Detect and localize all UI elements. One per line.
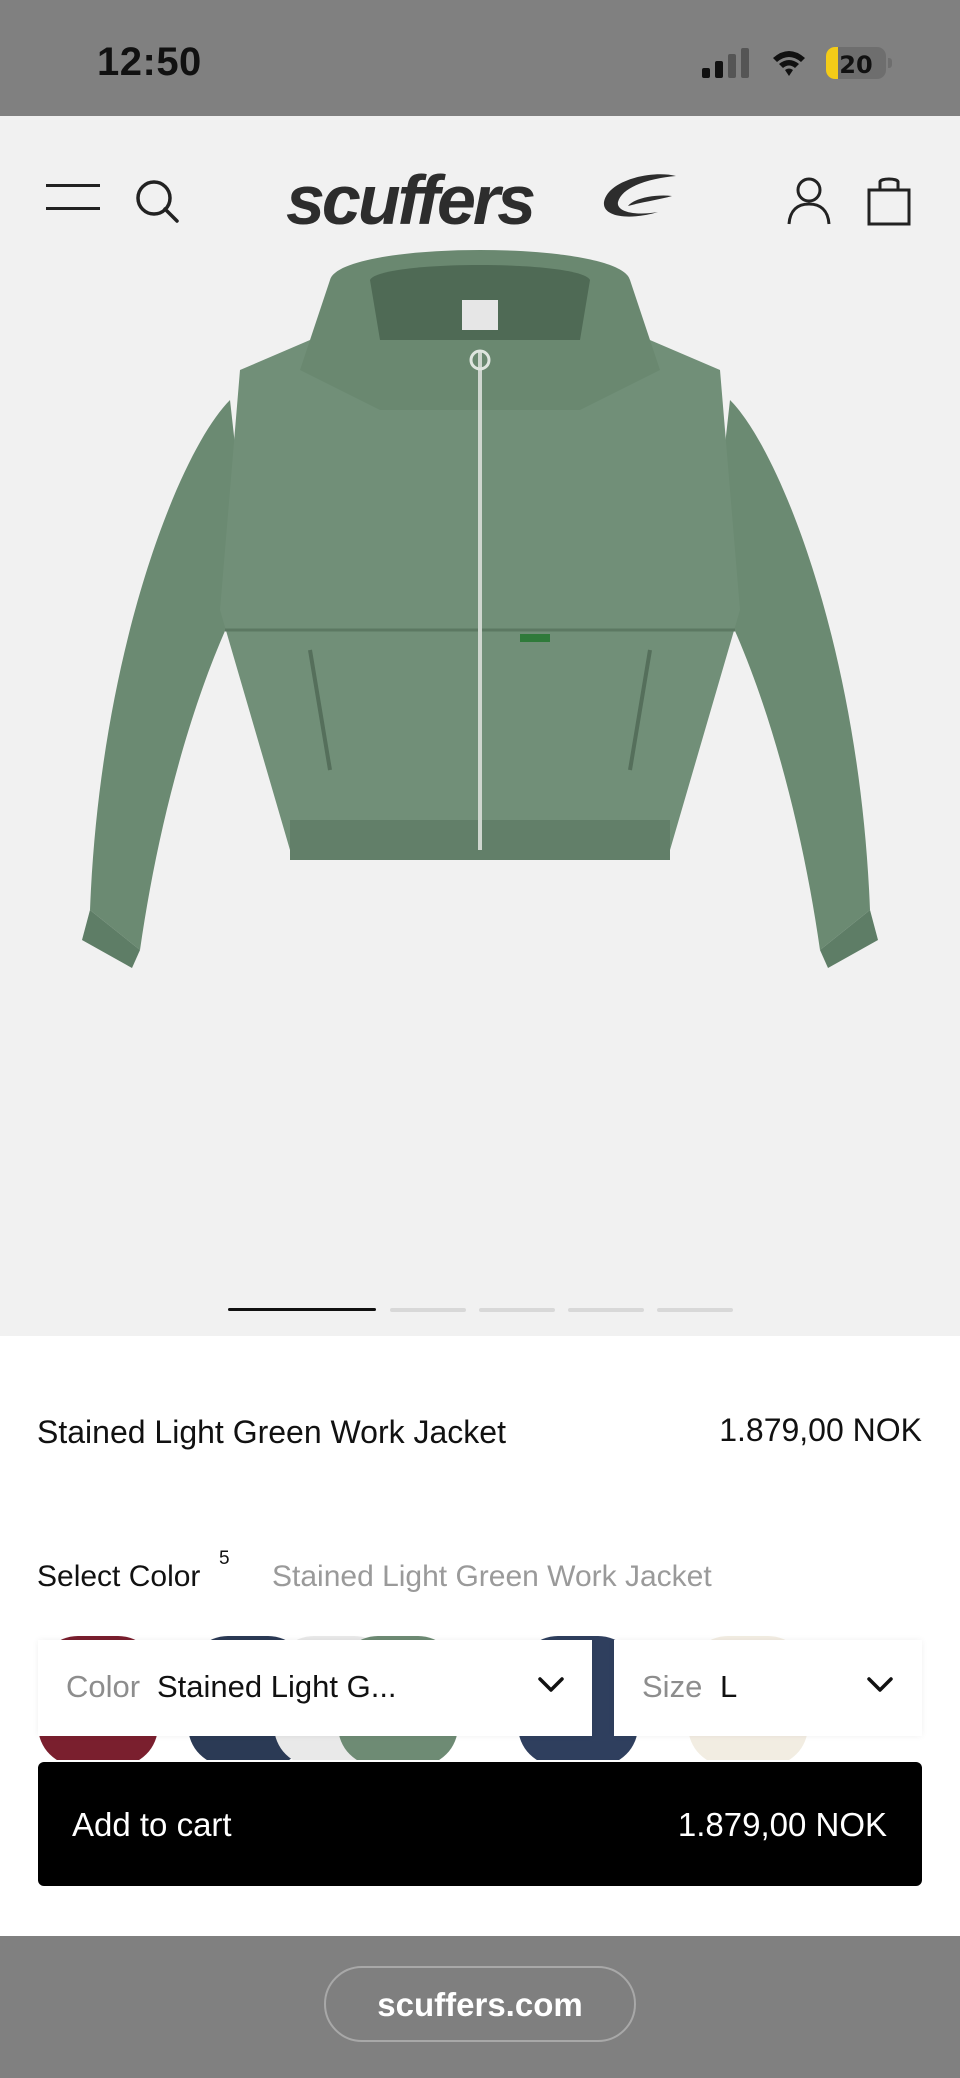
carousel-dot[interactable] (568, 1308, 644, 1312)
carousel-dot[interactable] (657, 1308, 733, 1312)
chevron-down-icon (538, 1677, 564, 1692)
add-to-cart-label: Add to cart (72, 1806, 232, 1843)
product-price: 1.879,00 NOK (719, 1412, 922, 1448)
wifi-icon (773, 51, 805, 76)
color-dropdown-label: Color (66, 1669, 141, 1704)
search-icon[interactable] (134, 178, 180, 224)
logo-swoosh-icon (603, 174, 676, 217)
product-jacket-image[interactable] (80, 250, 880, 970)
cellular-signal-icon (702, 48, 749, 78)
status-time: 12:50 (97, 40, 202, 84)
scuffers-logo[interactable]: scuffers (286, 158, 676, 239)
color-count: 5 (219, 1548, 230, 1569)
selected-color-name: Stained Light Green Work Jacket (272, 1560, 712, 1593)
add-to-cart-button[interactable]: Add to cart 1.879,00 NOK (38, 1762, 922, 1886)
battery-icon: 20 (826, 47, 892, 79)
shopping-bag-icon[interactable] (866, 176, 912, 226)
select-color-label: Select Color (37, 1560, 201, 1593)
chevron-down-icon (867, 1677, 893, 1692)
add-to-cart-price: 1.879,00 NOK (677, 1806, 887, 1843)
color-dropdown-value: Stained Light G... (157, 1669, 397, 1704)
size-dropdown-value: L (720, 1669, 738, 1704)
carousel-dot[interactable] (390, 1308, 466, 1312)
user-account-icon[interactable] (786, 176, 832, 226)
size-dropdown[interactable]: Size L (614, 1640, 922, 1736)
logo-wordmark: scuffers (286, 161, 536, 239)
battery-level: 20 (839, 51, 873, 79)
size-dropdown-label: Size (642, 1669, 703, 1704)
carousel-dot-active[interactable] (228, 1308, 376, 1311)
hamburger-menu-icon[interactable] (46, 180, 100, 216)
carousel-indicator (228, 1308, 738, 1314)
status-bar: 12:50 20 (0, 0, 960, 116)
carousel-dot[interactable] (479, 1308, 555, 1312)
url-text: scuffers.com (377, 1986, 583, 2023)
product-name: Stained Light Green Work Jacket (37, 1414, 506, 1450)
color-dropdown[interactable]: Color Stained Light G... (38, 1640, 592, 1736)
url-field[interactable]: scuffers.com (324, 1966, 636, 2042)
